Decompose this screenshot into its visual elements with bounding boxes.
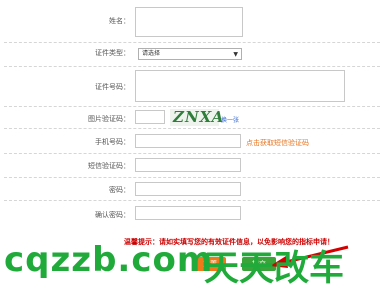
chevron-down-icon: ▼ [233, 51, 238, 58]
id-type-label: 证件类型： [95, 49, 130, 57]
watermark-brand: 天天改车 [204, 249, 345, 288]
image-code-field[interactable] [135, 110, 165, 124]
password-field[interactable] [135, 182, 241, 196]
captcha-image: ZNXA [170, 109, 223, 126]
row-divider [4, 106, 380, 107]
sms-code-label: 短信验证码： [88, 162, 130, 170]
image-code-label: 图片验证码： [88, 115, 130, 123]
row-divider [4, 66, 380, 67]
row-divider [4, 200, 380, 201]
password-label: 密码： [109, 186, 130, 194]
phone-field[interactable] [135, 134, 241, 148]
id-type-selected-value: 请选择 [142, 50, 161, 57]
confirm-password-field[interactable] [135, 206, 241, 220]
phone-label: 手机号码： [95, 138, 130, 146]
refresh-captcha-link[interactable]: 换一张 [221, 115, 239, 124]
name-label: 姓名： [109, 17, 130, 25]
sms-code-field[interactable] [135, 158, 241, 172]
id-type-select[interactable]: 请选择 ▼ [138, 48, 242, 60]
get-sms-code-link[interactable]: 点击获取短信验证码 [246, 138, 309, 148]
confirm-password-label: 确认密码： [95, 211, 130, 219]
row-divider [4, 42, 380, 43]
id-number-label: 证件号码： [95, 83, 130, 91]
watermark-site: cqzzb.com [4, 240, 214, 280]
id-number-field[interactable] [135, 70, 345, 102]
name-field[interactable] [135, 7, 243, 37]
row-divider [4, 177, 380, 178]
registration-form: 姓名： 证件类型： 请选择 ▼ 证件号码： 图片验证码： ZNXA 换一张 手机… [0, 0, 384, 288]
row-divider [4, 128, 380, 129]
row-divider [4, 153, 380, 154]
